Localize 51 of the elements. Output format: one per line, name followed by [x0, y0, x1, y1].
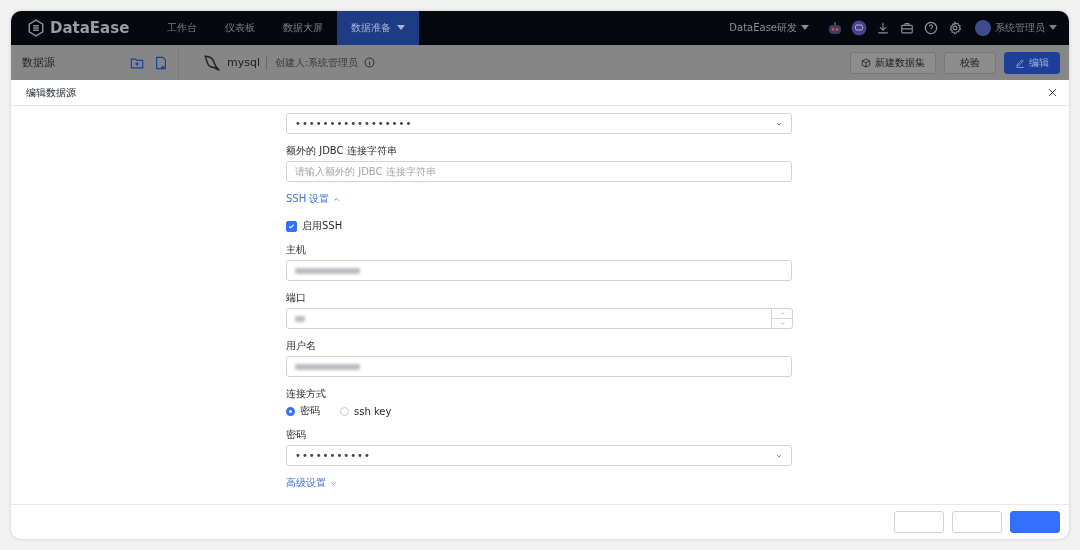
text-field[interactable]	[286, 356, 792, 377]
toolbar-button[interactable]: 校验	[944, 51, 996, 74]
field-label: 密码	[286, 428, 307, 441]
blurred-value	[295, 267, 360, 274]
logo-text: DataEase	[50, 19, 130, 37]
nav-tab[interactable]: 仪表板	[211, 11, 269, 45]
add-file-icon[interactable]	[154, 55, 168, 70]
blurred-value	[295, 363, 360, 370]
caret-icon	[801, 25, 809, 31]
org-switcher[interactable]: DataEase研发	[729, 11, 809, 45]
creator-text: 创建人:系统管理员	[266, 55, 359, 70]
password-field[interactable]: •••••••••••••••••	[286, 113, 792, 134]
caret-icon	[1049, 25, 1057, 31]
check-icon	[288, 222, 295, 230]
user-menu[interactable]: 系统管理员	[975, 11, 1057, 45]
field-label: 主机	[286, 243, 307, 256]
section-toggle[interactable]: SSH 设置	[286, 192, 342, 206]
nav-tab[interactable]: 工作台	[153, 11, 211, 45]
checkbox[interactable]	[286, 220, 297, 232]
decrement-button[interactable]	[772, 318, 792, 328]
close-button[interactable]	[1047, 87, 1058, 98]
pencil-icon	[1015, 57, 1025, 68]
checkbox-label: 启用SSH	[302, 219, 343, 233]
field-label: 用户名	[286, 339, 317, 352]
password-field[interactable]: •••••••••••	[286, 445, 792, 466]
text-field[interactable]: 请输入额外的 JDBC 连接字符串	[286, 161, 792, 182]
datasource-name: mysql	[227, 56, 260, 69]
add-folder-icon[interactable]	[130, 55, 144, 70]
text-field[interactable]	[286, 260, 792, 281]
radio-option[interactable]: 密码	[286, 404, 320, 418]
drawer-title: 编辑数据源	[26, 85, 77, 100]
close-icon	[1047, 87, 1058, 98]
panel-title: 数据源	[22, 55, 56, 70]
port-field[interactable]	[286, 308, 793, 329]
cube-icon	[861, 57, 871, 68]
blurred-value	[295, 315, 305, 322]
chevron-down-icon	[778, 320, 786, 327]
avatar-icon	[975, 20, 991, 36]
toolbar-button[interactable]: 新建数据集	[850, 51, 936, 74]
chevron-up-icon	[778, 310, 786, 317]
field-label: 端口	[286, 291, 307, 304]
field-label: 额外的 JDBC 连接字符串	[286, 144, 398, 157]
section-toggle[interactable]: 高级设置	[286, 476, 338, 490]
toolbar-button[interactable]: 编辑	[1004, 51, 1060, 74]
field-label: 连接方式	[286, 387, 327, 400]
caret-icon	[397, 25, 405, 31]
logo-icon	[27, 19, 45, 37]
info-icon	[364, 57, 376, 68]
radio-option[interactable]: ssh key	[340, 404, 392, 418]
nav-tab[interactable]: 数据准备	[337, 11, 419, 45]
nav-tab[interactable]: 数据大屏	[269, 11, 337, 45]
